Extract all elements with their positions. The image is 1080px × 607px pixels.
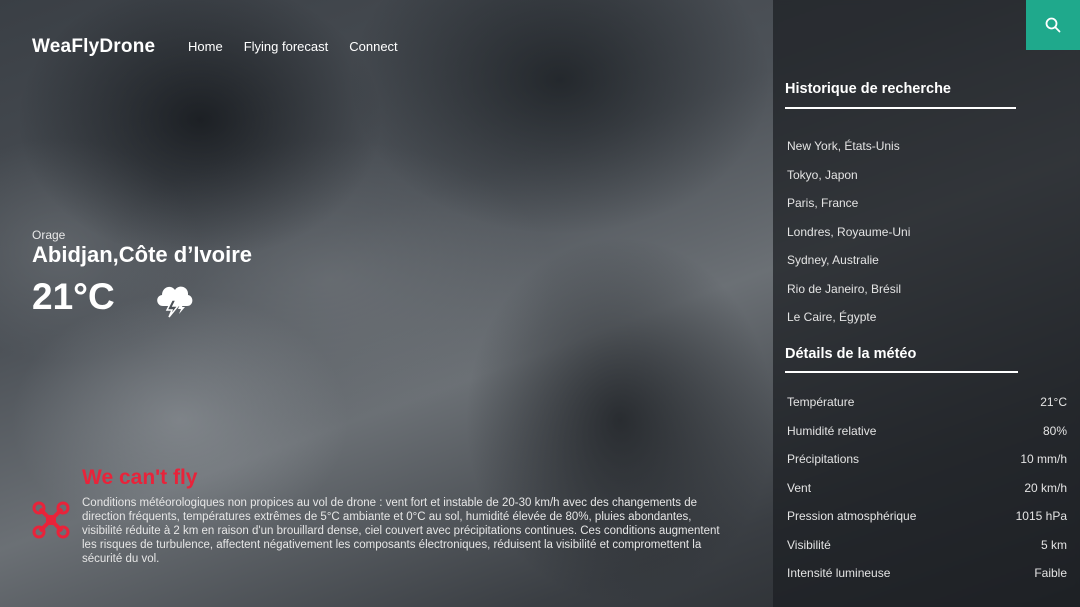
drone-icon: [32, 501, 70, 539]
history-item[interactable]: Tokyo, Japon: [787, 165, 910, 194]
detail-row: Humidité relative 80%: [787, 421, 1067, 450]
detail-label: Humidité relative: [787, 423, 877, 438]
flight-verdict-title: We can't fly: [82, 466, 198, 489]
flight-verdict-description: Conditions météorologiques non propices …: [82, 497, 720, 565]
search-history-list: New York, États-Unis Tokyo, Japon Paris,…: [787, 136, 910, 336]
location-name: Abidjan,Côte d’Ivoire: [32, 242, 253, 267]
detail-row: Température 21°C: [787, 392, 1067, 421]
history-item[interactable]: Le Caire, Égypte: [787, 307, 910, 336]
detail-label: Intensité lumineuse: [787, 566, 891, 580]
main-nav: Home Flying forecast Connect: [188, 39, 398, 54]
thunderstorm-cloud-icon: [153, 278, 195, 318]
history-item[interactable]: Londres, Royaume-Uni: [787, 222, 910, 251]
history-item[interactable]: Sydney, Australie: [787, 250, 910, 279]
detail-label: Précipitations: [787, 452, 860, 466]
search-button[interactable]: [1026, 0, 1080, 50]
nav-flying-forecast[interactable]: Flying forecast: [244, 39, 329, 54]
detail-value: 80%: [1042, 423, 1067, 438]
details-title: Détails de la météo: [785, 346, 917, 362]
weather-condition: Orage: [32, 228, 66, 242]
detail-label: Visibilité: [787, 537, 831, 552]
detail-row: Intensité lumineuse Faible: [787, 563, 1067, 592]
history-item[interactable]: Paris, France: [787, 193, 910, 222]
detail-row: Précipitations 10 mm/h: [787, 449, 1067, 478]
detail-row: Visibilité 5 km: [787, 535, 1067, 564]
detail-value: 10 mm/h: [1020, 452, 1067, 466]
detail-row: Vent 20 km/h: [787, 478, 1067, 507]
detail-value: 1015 hPa: [1015, 509, 1067, 523]
detail-label: Vent: [787, 480, 812, 495]
history-divider: [785, 107, 1016, 109]
nav-home[interactable]: Home: [188, 39, 223, 54]
weather-app: WeaFlyDrone Home Flying forecast Connect…: [0, 0, 1080, 607]
current-temperature: 21°C: [32, 276, 115, 317]
detail-row: Pression atmosphérique 1015 hPa: [787, 506, 1067, 535]
history-item[interactable]: New York, États-Unis: [787, 136, 910, 165]
nav-connect[interactable]: Connect: [349, 39, 397, 54]
detail-value: 21°C: [1040, 395, 1067, 409]
detail-value: 5 km: [1040, 537, 1067, 552]
app-logo[interactable]: WeaFlyDrone: [32, 36, 155, 58]
history-item[interactable]: Rio de Janeiro, Brésil: [787, 279, 910, 308]
detail-value: 20 km/h: [1024, 480, 1067, 495]
history-title: Historique de recherche: [785, 81, 951, 97]
search-icon: [1045, 17, 1061, 33]
details-divider: [785, 371, 1018, 373]
weather-details-list: Température 21°C Humidité relative 80% Pré…: [787, 392, 1067, 592]
detail-label: Température: [787, 395, 855, 409]
side-panel: Historique de recherche New York, États-…: [773, 0, 1080, 607]
detail-label: Pression atmosphérique: [787, 509, 917, 523]
detail-value: Faible: [1034, 566, 1067, 580]
